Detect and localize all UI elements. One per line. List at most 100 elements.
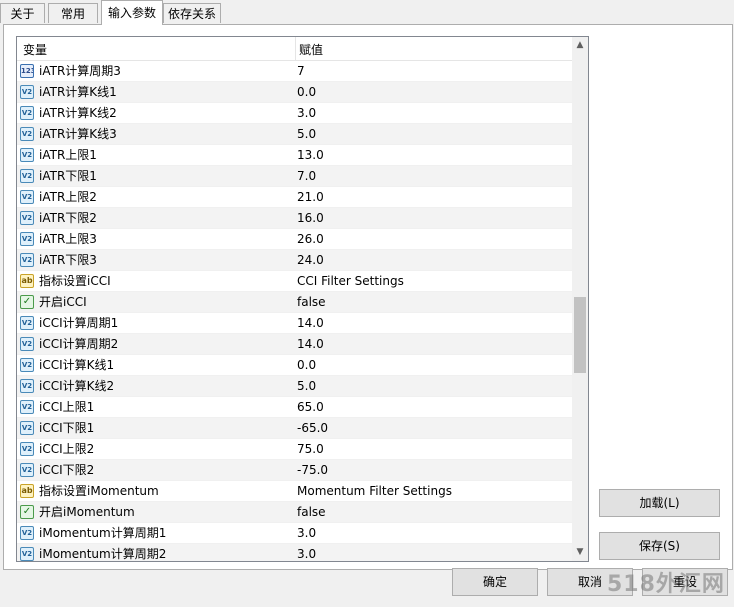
variable-value[interactable]: 3.0	[297, 523, 316, 544]
double-icon: V2	[20, 127, 34, 141]
save-button[interactable]: 保存(S)	[599, 532, 720, 560]
variable-name: iATR计算K线2	[39, 106, 117, 120]
table-row[interactable]: ✓ 开启iMomentum false	[17, 502, 572, 523]
variable-value[interactable]: 14.0	[297, 313, 324, 334]
double-icon: V2	[20, 85, 34, 99]
variable-name: iATR下限1	[39, 169, 97, 183]
double-icon: V2	[20, 526, 34, 540]
double-icon: V2	[20, 400, 34, 414]
table-row[interactable]: 123 iATR计算周期3 7	[17, 61, 572, 82]
table-row[interactable]: V2 iMomentum计算周期1 3.0	[17, 523, 572, 544]
variable-name: iATR上限2	[39, 190, 97, 204]
variable-name: iATR计算K线1	[39, 85, 117, 99]
double-icon: V2	[20, 547, 34, 561]
table-row[interactable]: V2 iATR上限1 13.0	[17, 145, 572, 166]
vertical-scrollbar[interactable]: ▲ ▼	[572, 37, 588, 561]
variable-value[interactable]: 3.0	[297, 544, 316, 561]
double-icon: V2	[20, 379, 34, 393]
scroll-down-icon[interactable]: ▼	[572, 544, 588, 561]
variable-name: 指标设置iCCI	[39, 274, 111, 288]
variable-value[interactable]: 0.0	[297, 82, 316, 103]
string-icon: ab	[20, 274, 34, 288]
header-variable[interactable]: 变量	[23, 41, 47, 58]
table-row[interactable]: V2 iATR上限3 26.0	[17, 229, 572, 250]
table-row[interactable]: V2 iMomentum计算周期2 3.0	[17, 544, 572, 561]
variable-value[interactable]: -65.0	[297, 418, 328, 439]
double-icon: V2	[20, 358, 34, 372]
variable-value[interactable]: 14.0	[297, 334, 324, 355]
variable-name: iATR计算周期3	[39, 64, 121, 78]
watermark: 518外汇网	[607, 572, 725, 597]
variable-value[interactable]: 26.0	[297, 229, 324, 250]
variable-name: iMomentum计算周期2	[39, 547, 167, 561]
table-row[interactable]: V2 iATR下限3 24.0	[17, 250, 572, 271]
variable-name: iCCI下限1	[39, 421, 95, 435]
tab-dependencies[interactable]: 依存关系	[163, 3, 221, 23]
scroll-up-icon[interactable]: ▲	[572, 37, 588, 54]
table-row[interactable]: V2 iCCI上限2 75.0	[17, 439, 572, 460]
variable-value[interactable]: -75.0	[297, 460, 328, 481]
load-button[interactable]: 加载(L)	[599, 489, 720, 517]
table-row[interactable]: V2 iCCI计算周期1 14.0	[17, 313, 572, 334]
variable-value[interactable]: 24.0	[297, 250, 324, 271]
variable-name: iMomentum计算周期1	[39, 526, 167, 540]
table-row[interactable]: ab 指标设置iMomentum Momentum Filter Settings	[17, 481, 572, 502]
variable-value[interactable]: 5.0	[297, 376, 316, 397]
variable-value[interactable]: 75.0	[297, 439, 324, 460]
header-value[interactable]: 赋值	[299, 41, 323, 58]
table-row[interactable]: V2 iCCI下限2 -75.0	[17, 460, 572, 481]
scrollbar-thumb[interactable]	[574, 297, 586, 373]
tab-inputs[interactable]: 输入参数	[101, 0, 163, 25]
variable-value[interactable]: 3.0	[297, 103, 316, 124]
table-row[interactable]: V2 iATR计算K线1 0.0	[17, 82, 572, 103]
table-row[interactable]: V2 iCCI计算K线2 5.0	[17, 376, 572, 397]
header-separator[interactable]	[295, 37, 296, 61]
variable-value[interactable]: CCI Filter Settings	[297, 271, 404, 292]
double-icon: V2	[20, 211, 34, 225]
double-icon: V2	[20, 421, 34, 435]
variable-name: iATR下限2	[39, 211, 97, 225]
variable-value[interactable]: 16.0	[297, 208, 324, 229]
table-row[interactable]: V2 iCCI计算K线1 0.0	[17, 355, 572, 376]
variable-value[interactable]: 7	[297, 61, 305, 82]
variable-name: iCCI上限2	[39, 442, 95, 456]
table-row[interactable]: V2 iCCI上限1 65.0	[17, 397, 572, 418]
table-row[interactable]: V2 iCCI下限1 -65.0	[17, 418, 572, 439]
table-row[interactable]: V2 iATR上限2 21.0	[17, 187, 572, 208]
variable-name: iCCI计算K线1	[39, 358, 115, 372]
variable-value[interactable]: 65.0	[297, 397, 324, 418]
double-icon: V2	[20, 253, 34, 267]
variable-name: 开启iCCI	[39, 295, 87, 309]
variable-value[interactable]: false	[297, 292, 326, 313]
boolean-icon: ✓	[20, 295, 34, 309]
variable-value[interactable]: 5.0	[297, 124, 316, 145]
table-row[interactable]: ✓ 开启iCCI false	[17, 292, 572, 313]
tab-about[interactable]: 关于	[0, 3, 45, 23]
tab-general[interactable]: 常用	[48, 3, 98, 23]
tab-bar: 关于 常用 输入参数 依存关系	[0, 0, 734, 25]
boolean-icon: ✓	[20, 505, 34, 519]
variable-name: 指标设置iMomentum	[39, 484, 159, 498]
table-row[interactable]: V2 iATR下限2 16.0	[17, 208, 572, 229]
table-row[interactable]: V2 iATR下限1 7.0	[17, 166, 572, 187]
double-icon: V2	[20, 190, 34, 204]
ok-button[interactable]: 确定	[452, 568, 538, 596]
double-icon: V2	[20, 148, 34, 162]
table-row[interactable]: V2 iCCI计算周期2 14.0	[17, 334, 572, 355]
variable-value[interactable]: Momentum Filter Settings	[297, 481, 452, 502]
double-icon: V2	[20, 442, 34, 456]
grid-header: 变量 赋值	[17, 37, 572, 61]
variable-value[interactable]: 21.0	[297, 187, 324, 208]
variable-name: iCCI计算周期1	[39, 316, 119, 330]
variable-value[interactable]: 0.0	[297, 355, 316, 376]
table-row[interactable]: V2 iATR计算K线3 5.0	[17, 124, 572, 145]
integer-icon: 123	[20, 64, 34, 78]
table-row[interactable]: V2 iATR计算K线2 3.0	[17, 103, 572, 124]
variable-value[interactable]: false	[297, 502, 326, 523]
variable-name: iCCI下限2	[39, 463, 95, 477]
variable-value[interactable]: 7.0	[297, 166, 316, 187]
variable-value[interactable]: 13.0	[297, 145, 324, 166]
string-icon: ab	[20, 484, 34, 498]
variable-name: iATR上限1	[39, 148, 97, 162]
table-row[interactable]: ab 指标设置iCCI CCI Filter Settings	[17, 271, 572, 292]
